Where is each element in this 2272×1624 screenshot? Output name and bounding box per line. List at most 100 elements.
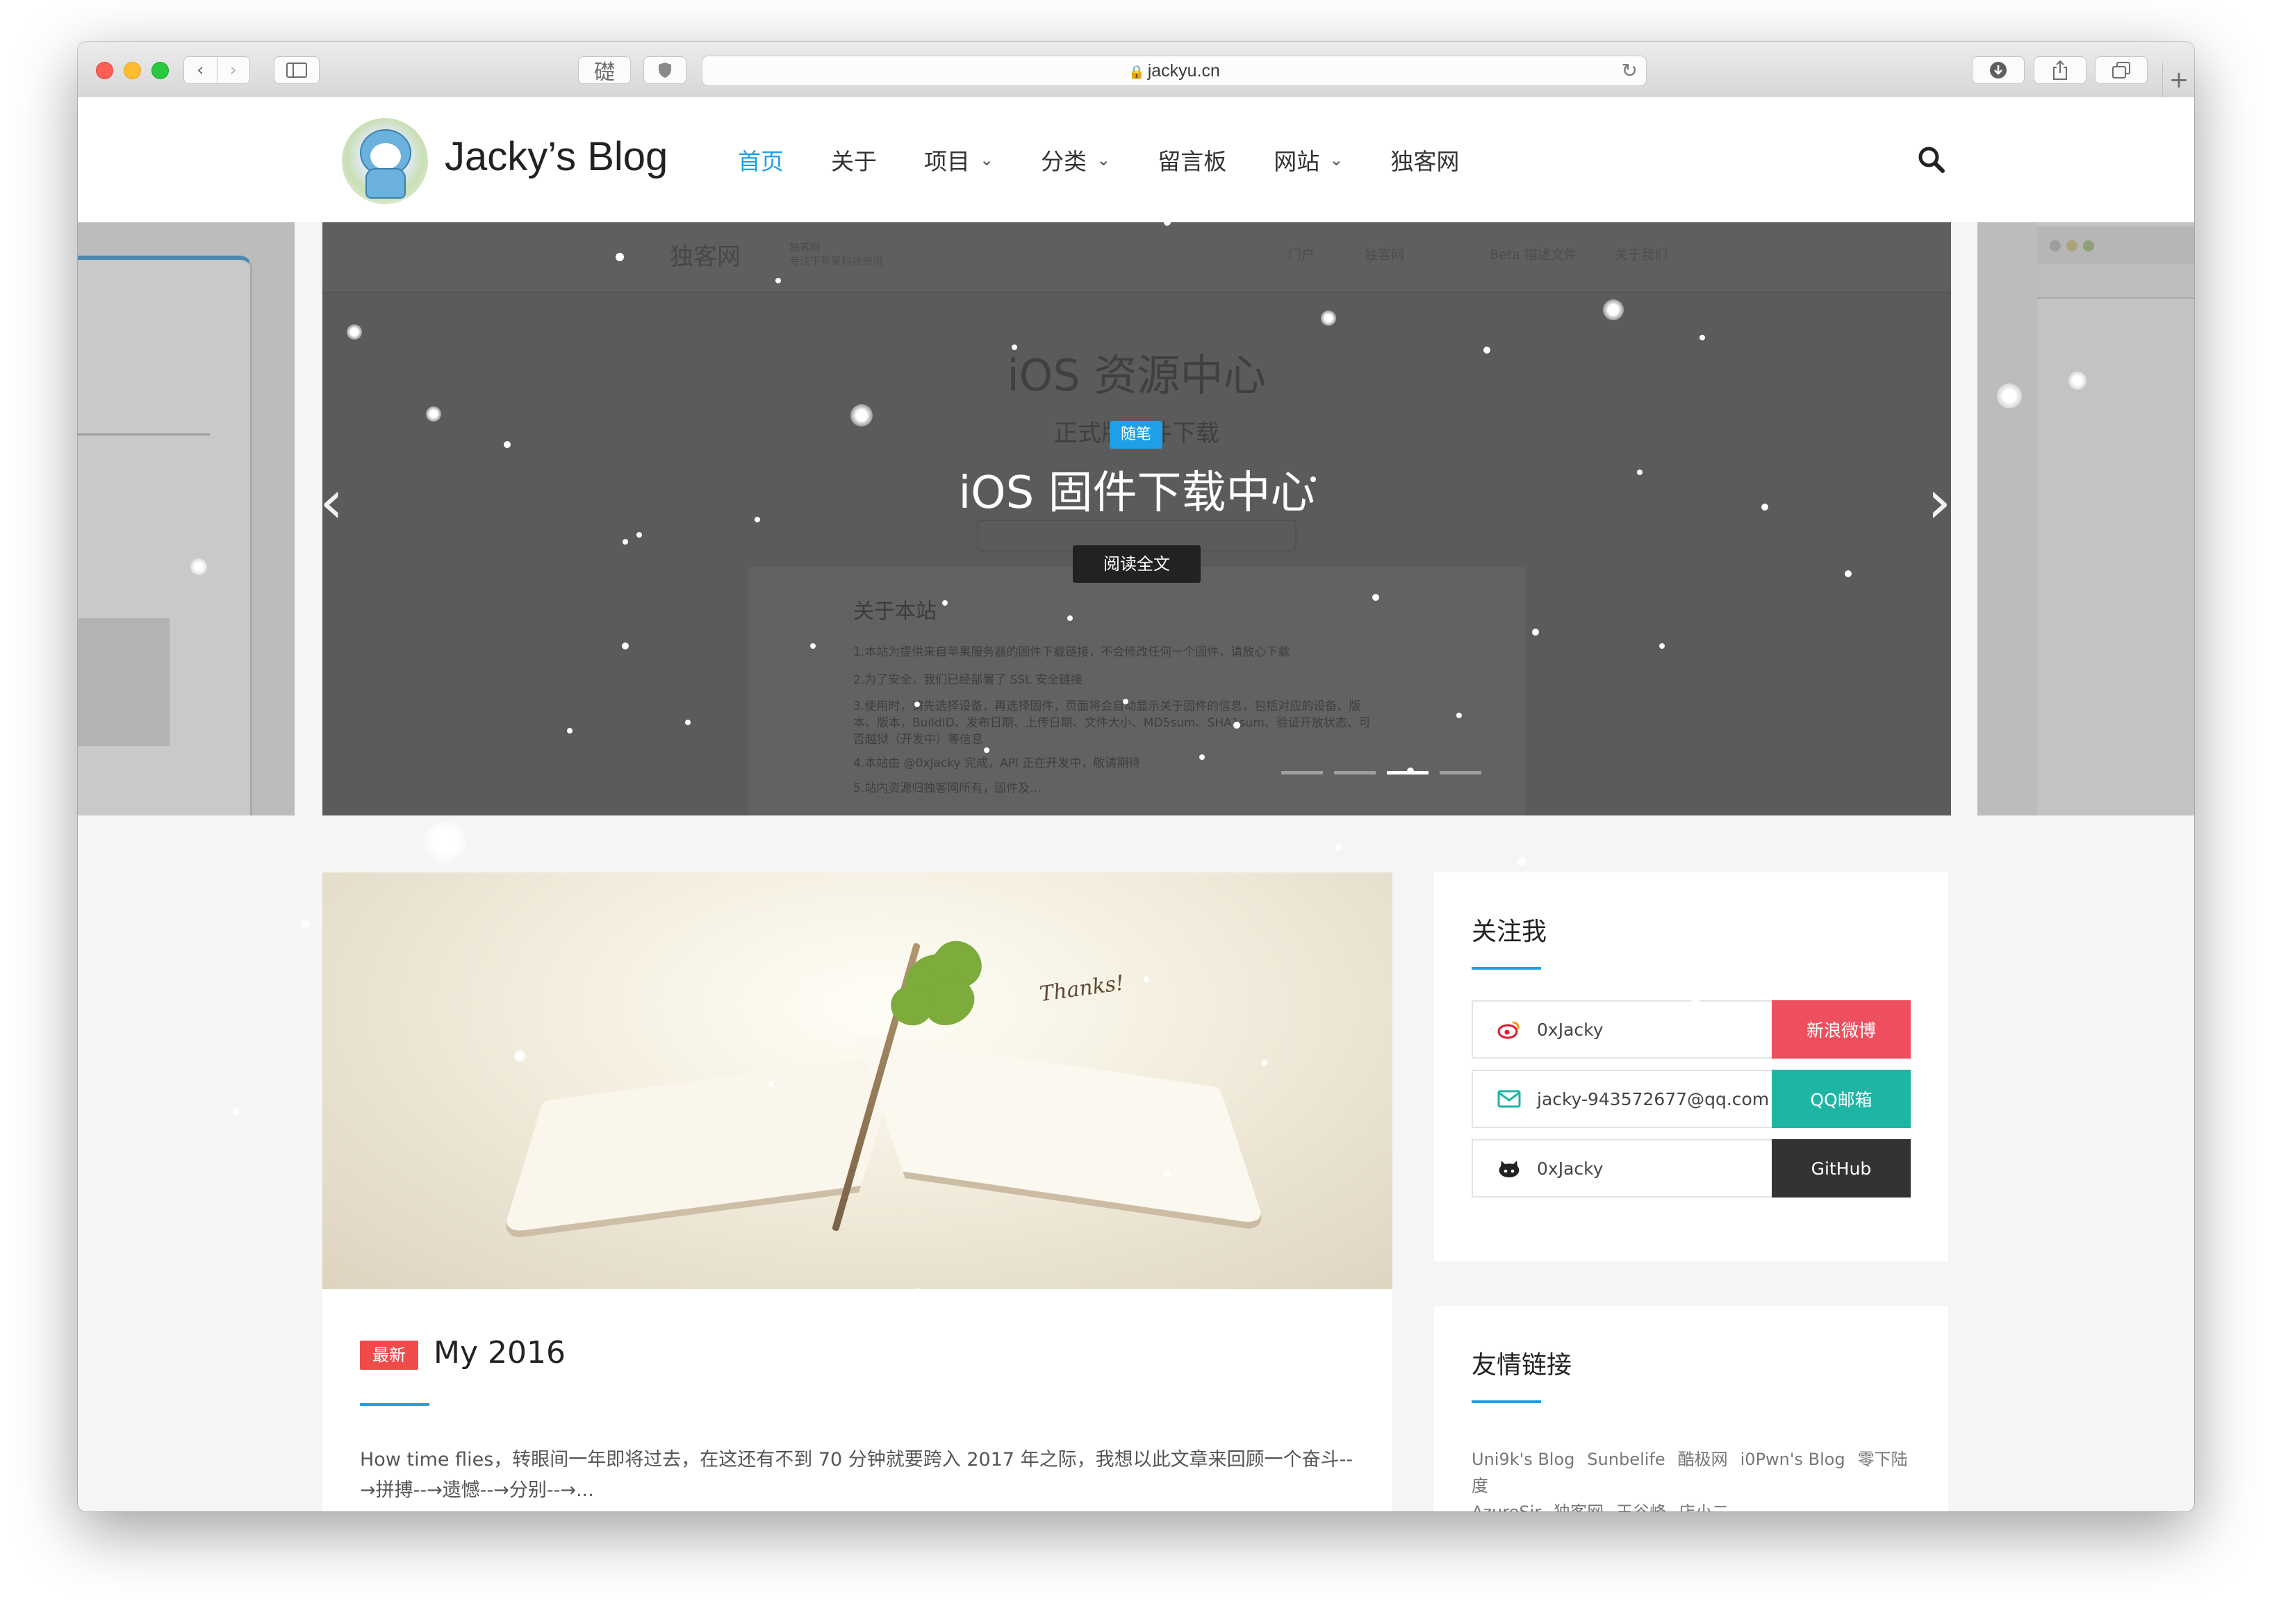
browser-window: ‹ › 礎 🔒 jackyu.cn ↻ + Jacky’s Blog 首页 关于… xyxy=(78,42,2194,1511)
slide-bg-line: 4.本站由 @0xJacky 完成，API 正在开发中，敬请期待 xyxy=(853,756,1141,770)
social-link-button[interactable]: 新浪微博 xyxy=(1772,1000,1911,1059)
chevron-down-icon: ⌄ xyxy=(1096,150,1111,169)
site-logo-avatar[interactable] xyxy=(342,118,428,204)
social-row: 0xJacky 新浪微博 xyxy=(1472,1000,1911,1059)
nav-item[interactable]: 网站 ⌄ xyxy=(1274,143,1343,176)
browser-toolbar: ‹ › 礎 🔒 jackyu.cn ↻ + xyxy=(78,42,2194,99)
nav-item[interactable]: 首页 xyxy=(738,143,784,176)
slider-dot[interactable] xyxy=(1387,771,1429,774)
nav-item-label: 关于 xyxy=(831,148,877,175)
slide-preview-prev[interactable] xyxy=(78,222,295,815)
slide-current: 独客网 独客网 专注于苹果科技资讯 门户 独客网 Beta 描述文件 关于我们 … xyxy=(322,222,1951,815)
slide-bg-title: iOS 资源中心 xyxy=(1007,350,1267,401)
slider-prev-arrow[interactable]: ‹ xyxy=(322,472,343,532)
slide-bg-nav-item: 门户 xyxy=(1288,247,1315,263)
slide-bg-nav-item: 独客网 xyxy=(1365,247,1405,263)
slide-preview-next[interactable] xyxy=(1977,222,2194,815)
nav-item[interactable]: 独客网 xyxy=(1390,143,1459,176)
tab-overview-button[interactable] xyxy=(2095,56,2148,84)
post-title[interactable]: My 2016 xyxy=(434,1335,566,1370)
friend-link[interactable]: i0Pwn's Blog xyxy=(1740,1450,1845,1469)
site-header: Jacky’s Blog 首页 关于 项目 ⌄ 分类 ⌄ 留言板 网站 ⌄ 独客网 xyxy=(78,97,2194,222)
new-badge: 最新 xyxy=(360,1341,418,1370)
history-nav: ‹ › xyxy=(183,56,250,84)
address-bar[interactable]: 🔒 jackyu.cn ↻ xyxy=(702,56,1647,86)
slide-bg-section-title: 关于本站 xyxy=(853,599,937,624)
friend-links: Uni9k's Blog Sunbelife 酷极网 i0Pwn's Blog 零下陆度… xyxy=(1472,1446,1923,1511)
slider-dot[interactable] xyxy=(1440,771,1481,774)
new-tab-button[interactable]: + xyxy=(2162,63,2194,97)
nav-item[interactable]: 关于 xyxy=(831,143,877,176)
zoom-window-button[interactable] xyxy=(151,62,169,79)
slide-bg-line: 2.为了安全，我们已经部署了 SSL 安全链接 xyxy=(853,673,1083,687)
read-more-button[interactable]: 阅读全文 xyxy=(1073,545,1201,583)
slide-bg-line: 5.站内资源归独客网所有，固件及... xyxy=(853,781,1042,795)
nav-item-label: 留言板 xyxy=(1158,148,1227,175)
slide-category-tag[interactable]: 随笔 xyxy=(1110,421,1162,449)
nav-item[interactable]: 分类 ⌄ xyxy=(1041,143,1110,176)
nav-item-label: 项目 xyxy=(924,148,970,175)
nav-item[interactable]: 留言板 xyxy=(1158,143,1226,176)
friend-link[interactable]: 酷极网 xyxy=(1678,1450,1728,1469)
back-button[interactable]: ‹ xyxy=(184,60,217,81)
post-excerpt: How time flies，转眼间一年即将过去，在这还有不到 70 分钟就要跨… xyxy=(360,1449,1353,1501)
featured-slider: 独客网 独客网 专注于苹果科技资讯 门户 独客网 Beta 描述文件 关于我们 … xyxy=(78,222,2194,815)
social-account-field[interactable]: 0xJacky xyxy=(1472,1000,1772,1059)
sidebar-toggle-button[interactable] xyxy=(274,56,320,84)
friend-link[interactable]: AzureSir xyxy=(1472,1502,1541,1511)
nav-item-label: 独客网 xyxy=(1390,148,1460,175)
site-title[interactable]: Jacky’s Blog xyxy=(445,133,668,180)
slider-dot[interactable] xyxy=(1334,771,1376,774)
friend-link[interactable]: Uni9k's Blog xyxy=(1472,1450,1574,1469)
github-icon xyxy=(1495,1158,1523,1179)
follow-widget: 关注我 0xJacky 新浪微博 jacky-943572677@qq.com QQ邮… xyxy=(1434,872,1948,1261)
slide-bg-line: 否越狱（开发中）等信息 xyxy=(853,733,983,747)
post-thumbnail[interactable]: Thanks! xyxy=(322,872,1392,1289)
slide-bg-line: 本、版本，BuildID、发布日期、上传日期、文件大小、MD5sum、SHA1s… xyxy=(853,716,1371,730)
share-button[interactable] xyxy=(2034,56,2086,84)
privacy-shield-button[interactable] xyxy=(643,56,686,84)
social-link-button[interactable]: QQ邮箱 xyxy=(1772,1070,1911,1128)
lock-icon: 🔒 xyxy=(1128,65,1145,80)
slide-title[interactable]: iOS 固件下载中心 xyxy=(322,457,1951,521)
forward-button[interactable]: › xyxy=(217,60,250,81)
image-caption: Thanks! xyxy=(1038,970,1126,1007)
social-row: 0xJacky GitHub xyxy=(1472,1139,1911,1198)
slide-bg-line: 1.本站为提供来自苹果服务器的固件下载链接，不会修改任何一个固件，请放心下载 xyxy=(853,645,1290,659)
links-widget-title: 友情链接 xyxy=(1472,1351,1572,1379)
links-widget: 友情链接 Uni9k's Blog Sunbelife 酷极网 i0Pwn's Blo… xyxy=(1434,1306,1948,1511)
social-link-button[interactable]: GitHub xyxy=(1772,1139,1911,1198)
friend-link[interactable]: 王谷峰 xyxy=(1616,1502,1666,1511)
share-icon xyxy=(2053,60,2067,80)
slider-dot[interactable] xyxy=(1281,771,1323,774)
nav-item[interactable]: 项目 ⌄ xyxy=(924,143,994,176)
downloads-button[interactable] xyxy=(1972,56,2025,84)
reload-icon[interactable]: ↻ xyxy=(1622,56,1638,85)
social-account-value: 0xJacky xyxy=(1537,1019,1604,1040)
sidebar-icon xyxy=(286,63,307,78)
close-window-button[interactable] xyxy=(96,62,113,79)
slide-bg-header xyxy=(322,222,1951,293)
nav-item-label: 网站 xyxy=(1274,148,1320,175)
download-icon xyxy=(1990,62,2007,78)
social-account-field[interactable]: 0xJacky xyxy=(1472,1139,1772,1198)
search-icon[interactable] xyxy=(1916,144,1947,175)
widget-title-underline xyxy=(1472,967,1541,970)
social-account-value: jacky-943572677@qq.com xyxy=(1537,1088,1770,1109)
widget-title-underline xyxy=(1472,1400,1541,1403)
reader-button[interactable]: 礎 xyxy=(578,56,631,85)
slider-pagination xyxy=(1281,771,1492,774)
slide-bg-nav-item: Beta 描述文件 xyxy=(1490,247,1577,263)
friend-link[interactable]: Sunbelife xyxy=(1587,1450,1665,1469)
weibo-icon xyxy=(1495,1020,1523,1039)
minimize-window-button[interactable] xyxy=(124,62,141,79)
friend-link[interactable]: 独客网 xyxy=(1554,1502,1604,1511)
social-account-field[interactable]: jacky-943572677@qq.com xyxy=(1472,1070,1772,1128)
slider-next-arrow[interactable]: › xyxy=(1927,472,1951,532)
shield-icon xyxy=(659,63,671,78)
reader-glyph: 礎 xyxy=(594,60,615,85)
slide-bg-line: 3.使用时，请先选择设备，再选择固件，页面将会自动显示关于固件的信息，包括对应的… xyxy=(853,699,1361,713)
friend-link[interactable]: 店小二 xyxy=(1679,1502,1729,1511)
main-nav: 首页 关于 项目 ⌄ 分类 ⌄ 留言板 网站 ⌄ 独客网 xyxy=(738,97,1506,222)
slide-bg-logo-sub: 独客网 专注于苹果科技资讯 xyxy=(789,241,884,267)
